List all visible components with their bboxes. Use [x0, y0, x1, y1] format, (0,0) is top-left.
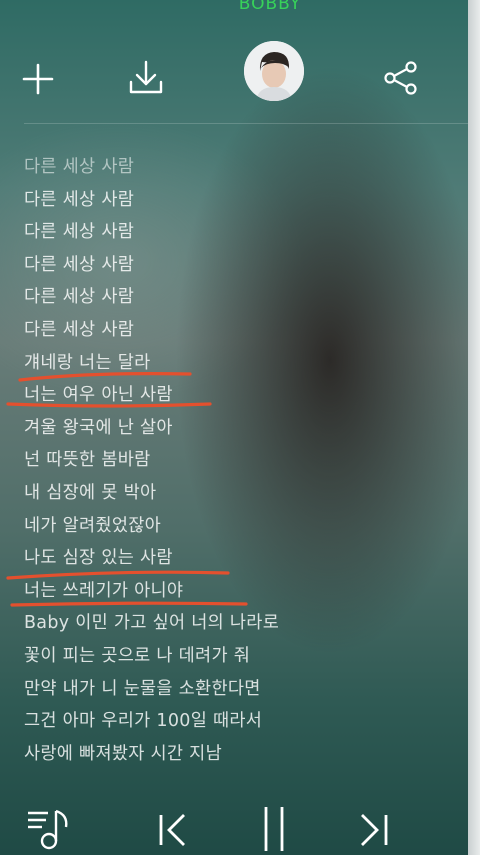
lyric-line: 다른 세상 사람 [24, 319, 135, 340]
previous-track-icon [159, 814, 185, 846]
playlist-music-icon [28, 809, 68, 850]
lyric-line: 다른 세상 사람 [24, 222, 135, 243]
share-icon [384, 61, 417, 95]
lyric-line: 사랑에 빠져봤자 시간 지남 [24, 743, 222, 764]
header-divider [24, 123, 468, 124]
lyric-line: 만약 내가 니 눈물을 소환한다면 [24, 678, 261, 699]
lyric-line: 꽃이 피는 곳으로 나 데려가 줘 [24, 645, 251, 666]
lyric-line: 그건 아마 우리가 100일 때라서 [24, 711, 263, 732]
lyric-line: Baby 이민 가고 싶어 너의 나라로 [24, 613, 280, 634]
artist-avatar[interactable] [244, 41, 304, 101]
screen-edge [468, 0, 480, 855]
artist-photo [244, 41, 304, 101]
download-button[interactable] [124, 58, 168, 102]
share-button[interactable] [379, 58, 423, 102]
lyric-line: 너는 여우 아닌 사람 [24, 385, 173, 406]
next-button[interactable] [356, 805, 392, 853]
playlist-button[interactable] [26, 805, 74, 853]
pause-button[interactable] [258, 805, 290, 853]
lyric-line: 다른 세상 사람 [24, 189, 135, 210]
next-track-icon [361, 814, 388, 846]
previous-button[interactable] [156, 805, 192, 853]
artist-name: BOBBY [238, 0, 302, 14]
lyric-line: 다른 세상 사람 [24, 287, 135, 308]
lyric-line: 나도 심장 있는 사람 [24, 548, 173, 569]
lyric-line: 네가 알려줬었잖아 [24, 515, 162, 536]
lyric-line: 너는 쓰레기가 아니야 [24, 580, 184, 601]
add-button[interactable] [16, 58, 60, 102]
lyric-line: 다른 세상 사람 [24, 254, 135, 275]
download-icon [129, 60, 163, 94]
lyric-line: 다른 세상 사람 [24, 157, 135, 177]
lyric-line: 걔네랑 너는 달라 [24, 352, 151, 373]
lyric-line: 내 심장에 못 박아 [24, 482, 157, 503]
plus-icon [22, 63, 54, 95]
lyric-line: 넌 따뜻한 봄바람 [24, 450, 151, 471]
lyrics-list[interactable]: 다른 세상 사람 다른 세상 사람 다른 세상 사람 다른 세상 사람 다른 세… [24, 151, 464, 770]
lyric-line: 겨울 왕국에 난 살아 [24, 417, 173, 438]
pause-icon [264, 807, 284, 851]
